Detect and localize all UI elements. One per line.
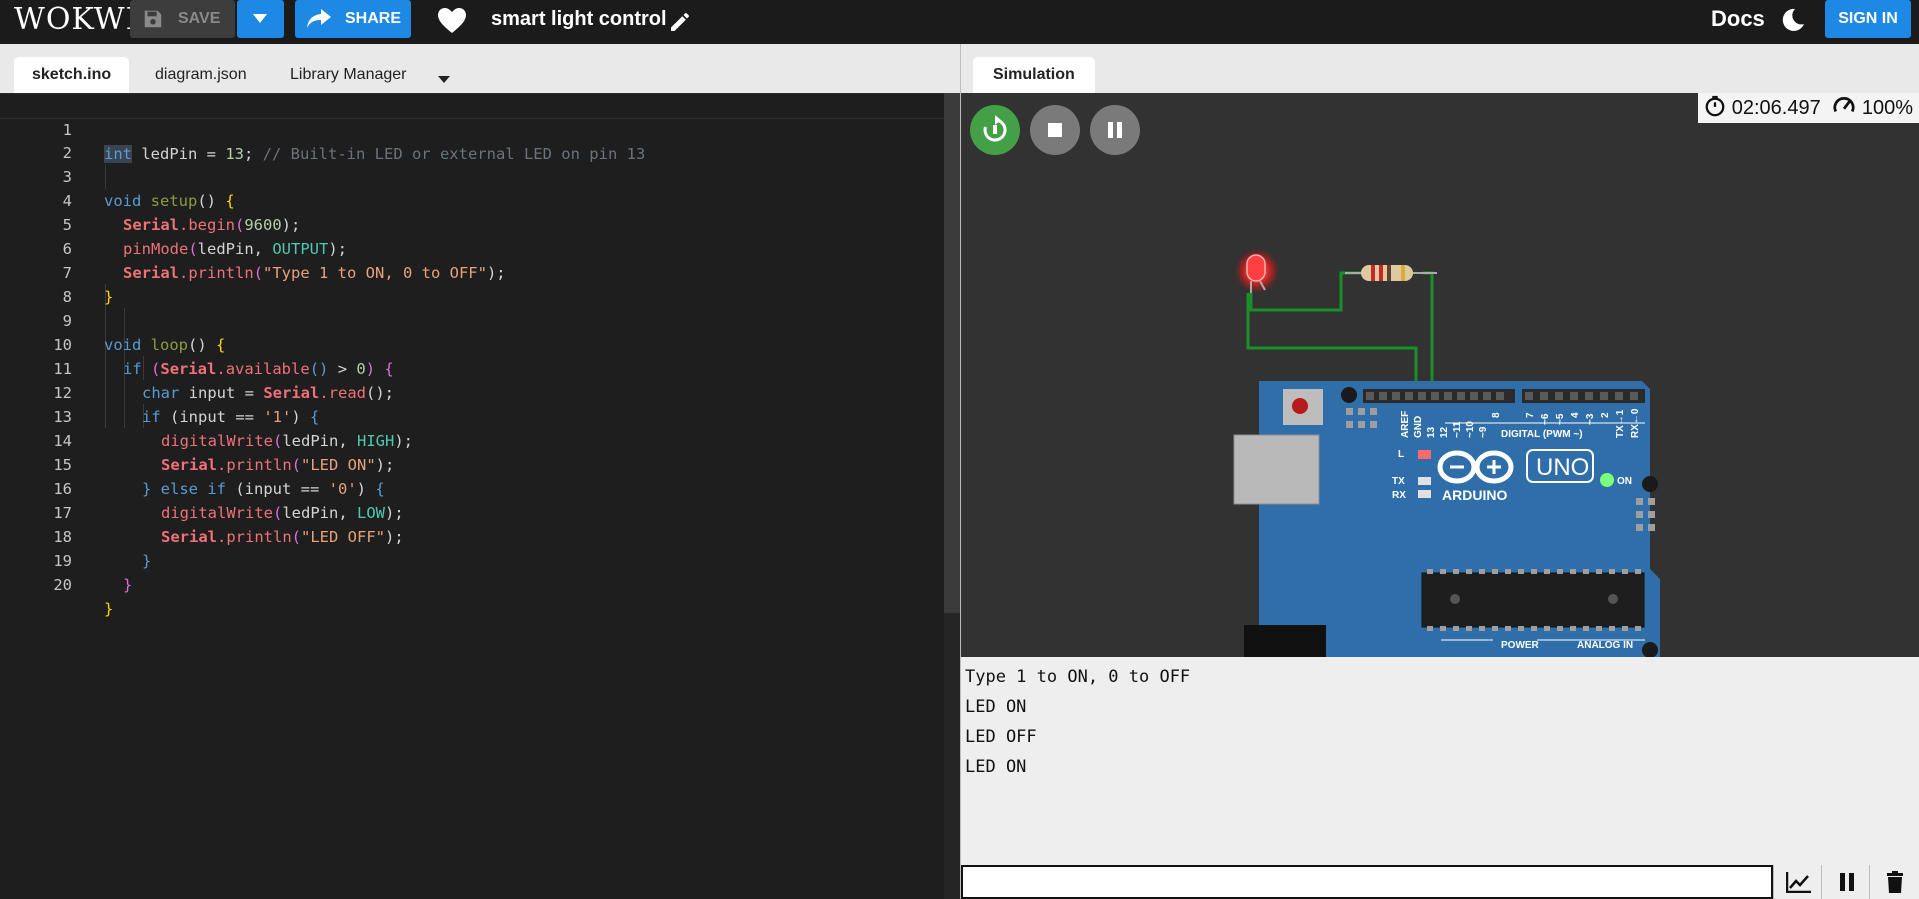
docs-link[interactable]: Docs [1711, 6, 1765, 32]
circuit-diagram: AREF GND 13 12 ~11 ~10 ~9 8 7 ~6 ~5 4 ~3… [1233, 249, 1660, 657]
board-model-label: UNO [1536, 454, 1589, 481]
serial-plotter-button[interactable] [1773, 865, 1822, 899]
code-line: 5 pinMode(ledPin, OUTPUT); [0, 189, 944, 258]
save-options-dropdown[interactable] [237, 0, 284, 38]
tab-menu-chevron-icon[interactable] [438, 70, 450, 88]
tab-sketch-ino[interactable]: sketch.ino [14, 57, 130, 93]
dark-mode-moon-icon[interactable] [1780, 7, 1806, 38]
power-label: POWER [1501, 640, 1540, 651]
simulation-canvas[interactable]: 02:06.497 100% AREF GND 13 12 ~11 ~10 ~9… [961, 93, 1919, 657]
chart-line-icon [1786, 872, 1811, 893]
tab-diagram-json[interactable]: diagram.json [155, 57, 247, 93]
code-line: 13 digitalWrite(ledPin, HIGH); [0, 381, 944, 450]
pin-label-13: 13 [1426, 426, 1437, 438]
tab-simulation[interactable]: Simulation [973, 57, 1095, 93]
edit-pencil-icon[interactable] [668, 10, 692, 39]
simulation-tab-bar: Simulation [961, 44, 1919, 93]
serial-line: LED ON [965, 757, 1027, 777]
board-brand-label: ARDUINO [1442, 487, 1507, 503]
pin-label-11: ~11 [1452, 421, 1463, 438]
analog-in-label: ANALOG IN [1577, 640, 1633, 651]
code-line: 6 Serial.println("Type 1 to ON, 0 to OFF… [0, 213, 944, 282]
pin-label-9: ~9 [1478, 426, 1489, 438]
pin-label-2: 2 [1600, 412, 1611, 418]
code-line: 20 } [0, 549, 944, 618]
pin-label-aref: AREF [1400, 411, 1411, 438]
code-line: 3 void setup() { [0, 141, 944, 210]
tx-label: TX [1392, 476, 1405, 487]
resistor[interactable] [1345, 265, 1437, 281]
project-title[interactable]: smart light control [491, 8, 667, 31]
heart-icon[interactable] [438, 8, 466, 39]
pin-label-8: 8 [1491, 412, 1502, 418]
arduino-uno-board[interactable]: AREF GND 13 12 ~11 ~10 ~9 8 7 ~6 ~5 4 ~3… [1233, 381, 1660, 657]
wires[interactable] [1246, 271, 1434, 395]
code-line: 8 [0, 261, 944, 306]
code-line: 18 } [0, 501, 944, 570]
code-editor[interactable]: 1 int ledPin = 13; // Built-in LED or ex… [0, 93, 944, 899]
code-line: 9 void loop() { [0, 285, 944, 354]
trash-icon [1887, 871, 1903, 893]
code-line: 7 } [0, 237, 944, 306]
editor-scrollbar-thumb[interactable] [944, 93, 960, 613]
code-line: 15 } else if (input == '0') { [0, 429, 944, 498]
serial-pause-button[interactable] [1821, 865, 1870, 899]
save-button[interactable]: SAVE [130, 0, 235, 38]
pin-label-12: 12 [1439, 426, 1450, 438]
code-line: 19 } [0, 525, 944, 594]
serial-monitor-output: Type 1 to ON, 0 to OFF LED ON LED OFF LE… [961, 657, 1919, 865]
sign-in-button[interactable]: SIGN IN [1825, 0, 1911, 38]
editor-tab-bar: sketch.ino diagram.json Library Manager [0, 44, 960, 93]
serial-line: Type 1 to ON, 0 to OFF [965, 667, 1191, 687]
line-number: 20 [53, 576, 72, 594]
share-label: SHARE [345, 10, 402, 27]
serial-input-field[interactable] [961, 865, 1773, 899]
pin-label-tx1: TX→1 [1615, 409, 1626, 438]
pause-icon [1840, 873, 1854, 891]
wokwi-logo[interactable]: WOKWI [14, 2, 138, 37]
rx-label: RX [1392, 490, 1406, 501]
pin-label-gnd: GND [1413, 416, 1424, 438]
code-line: 14 Serial.println("LED ON"); [0, 405, 944, 474]
code-text: } [123, 576, 133, 594]
code-line: 11 char input = Serial.read(); [0, 333, 944, 402]
code-line: 2 [0, 117, 944, 162]
code-line: 1 int ledPin = 13; // Built-in LED or ex… [0, 93, 944, 163]
chevron-down-icon [253, 14, 267, 23]
serial-line: LED ON [965, 697, 1027, 717]
code-line: 4 Serial.begin(9600); [0, 165, 944, 234]
pin-label-7: 7 [1525, 412, 1536, 418]
share-icon [307, 9, 331, 34]
code-text: } [104, 600, 114, 618]
code-line: 16 digitalWrite(ledPin, LOW); [0, 453, 944, 522]
pin-label-4: 4 [1570, 412, 1581, 418]
code-line: 12 if (input == '1') { [0, 357, 944, 426]
code-line: 17 Serial.println("LED OFF"); [0, 477, 944, 546]
digital-label: DIGITAL (PWM ~) [1501, 429, 1583, 440]
red-led[interactable] [1235, 249, 1279, 293]
serial-clear-button[interactable] [1869, 865, 1919, 899]
code-line: 10 if (Serial.available() > 0) { [0, 309, 944, 378]
save-label: SAVE [178, 10, 221, 27]
share-button[interactable]: SHARE [295, 0, 411, 38]
led-l-label: L [1398, 449, 1404, 460]
serial-line: LED OFF [965, 727, 1037, 747]
save-icon [142, 8, 164, 35]
power-on-label: ON [1617, 476, 1632, 487]
tab-library-manager[interactable]: Library Manager [290, 57, 407, 93]
top-bar: WOKWI SAVE SHARE smart light control Doc… [0, 0, 1919, 44]
